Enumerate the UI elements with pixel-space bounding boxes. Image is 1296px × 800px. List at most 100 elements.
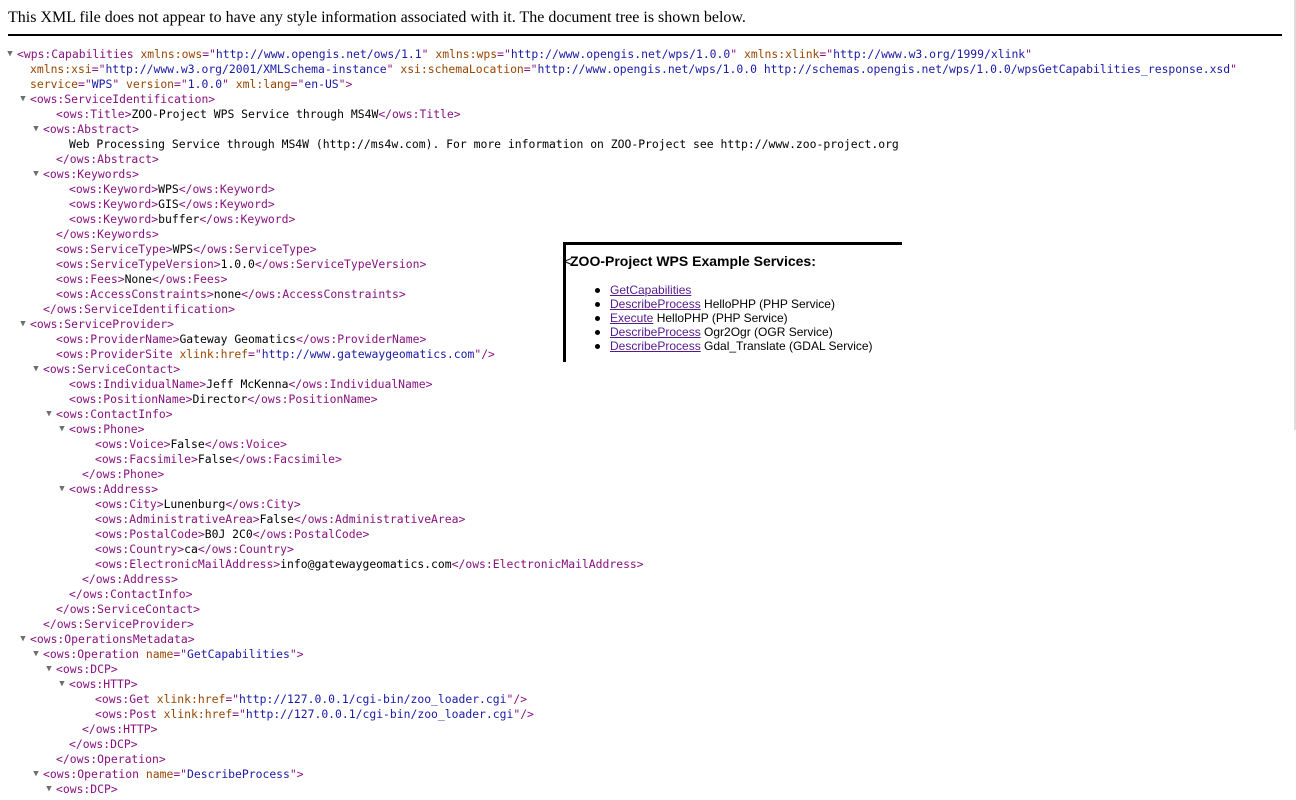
- xml-tag: </ows:AccessConstraints>: [241, 287, 406, 301]
- triangle-down-icon[interactable]: ▼: [44, 407, 54, 422]
- xml-line: </ows:Address>: [0, 572, 1296, 587]
- xml-line-content: </ows:Address>: [82, 572, 178, 587]
- xml-tag: </ows:ServiceIdentification>: [43, 302, 236, 316]
- xml-attr-value: http://www.opengis.net/wps/1.0.0 http://…: [537, 62, 1231, 76]
- xml-style-notice: This XML file does not appear to have an…: [8, 9, 746, 26]
- xml-tag: <ows:Get: [95, 692, 150, 706]
- triangle-down-icon[interactable]: ▼: [18, 317, 28, 332]
- xml-attr-name: xmlns:wps: [435, 47, 498, 61]
- xml-attr-value: http://www.gatewaygeomatics.com: [261, 347, 475, 361]
- xml-line-content: <ows:DCP>: [56, 782, 118, 797]
- xml-tag: ": [1025, 47, 1033, 61]
- xml-tag: =": [225, 692, 240, 706]
- xml-tag: <ows:PositionName>: [69, 392, 193, 406]
- xml-line: ▼ <ows:DCP>: [0, 782, 1296, 797]
- xml-attr-value: http://www.opengis.net/wps/1.0.0: [510, 47, 731, 61]
- xml-tag: <ows:AdministrativeArea>: [95, 512, 260, 526]
- xml-text: [150, 692, 157, 706]
- xml-text: False: [170, 437, 205, 451]
- triangle-down-icon[interactable]: ▼: [44, 662, 54, 677]
- xml-line: ▼ <ows:OperationsMetadata>: [0, 632, 1296, 647]
- xml-tag: =": [290, 77, 305, 91]
- wps-example-services-panel: < ZOO-Project WPS Example Services: GetC…: [563, 242, 902, 362]
- service-link-describeprocess-ogr2ogr[interactable]: DescribeProcess: [610, 325, 701, 339]
- service-link-describeprocess-gdal[interactable]: DescribeProcess: [610, 339, 701, 353]
- xml-text: Web Processing Service through MS4W (htt…: [69, 137, 899, 151]
- xml-tag: <ows:Phone>: [69, 422, 145, 436]
- xml-line: ▼ <ows:DCP>: [0, 662, 1296, 677]
- service-link-describeprocess-hellophp[interactable]: DescribeProcess: [610, 297, 701, 311]
- xml-text: buffer: [158, 212, 200, 226]
- xml-line: service="WPS" version="1.0.0" xml:lang="…: [0, 77, 1296, 92]
- xml-tag: </ows:Fees>: [152, 272, 228, 286]
- xml-tag: <ows:Title>: [56, 107, 132, 121]
- xml-tag: <ows:ServiceContact>: [43, 362, 181, 376]
- xml-line-content: </ows:HTTP>: [82, 722, 157, 737]
- triangle-down-icon[interactable]: ▼: [57, 677, 67, 692]
- xml-line: <ows:PostalCode>B0J 2C0</ows:PostalCode>: [0, 527, 1296, 542]
- xml-line: </ows:ContactInfo>: [0, 587, 1296, 602]
- xml-line-content: <ows:Operation name="GetCapabilities">: [43, 647, 304, 662]
- xml-tag: ">: [338, 77, 353, 91]
- xml-line: <ows:AdministrativeArea>False</ows:Admin…: [0, 512, 1296, 527]
- triangle-down-icon[interactable]: ▼: [31, 362, 41, 377]
- triangle-down-icon[interactable]: ▼: [44, 782, 54, 797]
- xml-line-content: <ows:Keyword>buffer</ows:Keyword>: [69, 212, 295, 227]
- xml-tag: ": [222, 77, 229, 91]
- xml-tag: "/>: [474, 347, 495, 361]
- service-link-execute-hellophp[interactable]: Execute: [610, 311, 653, 325]
- triangle-down-icon[interactable]: ▼: [57, 482, 67, 497]
- triangle-down-icon[interactable]: ▼: [18, 92, 28, 107]
- xml-line-content: <ows:AdministrativeArea>False</ows:Admin…: [95, 512, 465, 527]
- xml-document-tree: ▼ <wps:Capabilities xmlns:ows="http://www…: [0, 47, 1296, 797]
- xml-line-content: <ows:Facsimile>False</ows:Facsimile>: [95, 452, 342, 467]
- xml-line-content: </ows:ContactInfo>: [69, 587, 192, 602]
- xml-tag: </ows:Address>: [82, 572, 179, 586]
- xml-tag: =": [248, 347, 262, 361]
- service-item: Execute HelloPHP (PHP Service): [595, 311, 873, 325]
- xml-line: <ows:Post xlink:href="http://127.0.0.1/c…: [0, 707, 1296, 722]
- xml-attr-value: http://www.w3.org/2001/XMLSchema-instanc…: [105, 62, 387, 76]
- triangle-down-icon[interactable]: ▼: [31, 767, 41, 782]
- xml-text: [229, 77, 236, 91]
- triangle-down-icon[interactable]: ▼: [31, 122, 41, 137]
- triangle-down-icon[interactable]: ▼: [31, 167, 41, 182]
- triangle-down-icon[interactable]: ▼: [57, 422, 67, 437]
- xml-line: ▼ <ows:Abstract>: [0, 122, 1296, 137]
- xml-line: <ows:Voice>False</ows:Voice>: [0, 437, 1296, 452]
- xml-text: ca: [184, 542, 198, 556]
- xml-line-content: <ows:Phone>: [69, 422, 144, 437]
- triangle-down-icon[interactable]: ▼: [5, 47, 15, 62]
- xml-line-content: <ows:Keywords>: [43, 167, 139, 182]
- xml-tag: </ows:PositionName>: [247, 392, 378, 406]
- xml-tag: </ows:ServiceTypeVersion>: [254, 257, 427, 271]
- triangle-down-icon[interactable]: ▼: [31, 647, 41, 662]
- triangle-down-icon[interactable]: ▼: [18, 632, 28, 647]
- xml-line-content: <ows:Country>ca</ows:Country>: [95, 542, 294, 557]
- xml-attr-name: xml:lang: [235, 77, 291, 91]
- xml-tag: <ows:ElectronicMailAddress>: [95, 557, 281, 571]
- xml-tag: </ows:Title>: [378, 107, 461, 121]
- xml-line-content: <ows:Title>ZOO-Project WPS Service throu…: [56, 107, 461, 122]
- xml-line: <ows:Keyword>buffer</ows:Keyword>: [0, 212, 1296, 227]
- xml-line: <ows:ElectronicMailAddress>info@gatewayg…: [0, 557, 1296, 572]
- xml-text: Jeff McKenna: [206, 377, 289, 391]
- service-desc: Gdal_Translate (GDAL Service): [700, 339, 873, 353]
- xml-line-content: Web Processing Service through MS4W (htt…: [69, 137, 899, 152]
- xml-line-content: </ows:Keywords>: [56, 227, 159, 242]
- service-link-getcapabilities[interactable]: GetCapabilities: [610, 283, 691, 297]
- xml-line-content: </ows:ServiceProvider>: [43, 617, 194, 632]
- xml-tag: </ows:Keyword>: [199, 212, 296, 226]
- xml-line-content: xmlns:xsi="http://www.w3.org/2001/XMLSch…: [30, 62, 1237, 77]
- xml-text: Director: [192, 392, 248, 406]
- xml-line: <ows:Get xlink:href="http://127.0.0.1/cg…: [0, 692, 1296, 707]
- xml-tag: <ows:ServiceType>: [56, 242, 173, 256]
- service-desc: Ogr2Ogr (OGR Service): [700, 325, 833, 339]
- xml-tag: =": [173, 647, 188, 661]
- xml-line: ▼ <ows:ServiceContact>: [0, 362, 1296, 377]
- xml-line-content: <ows:ProviderSite xlink:href="http://www…: [56, 347, 495, 362]
- xml-line: </ows:ServiceProvider>: [0, 617, 1296, 632]
- xml-tag: </ows:Abstract>: [56, 152, 159, 166]
- xml-tag: <ows:ServiceProvider>: [30, 317, 175, 331]
- xml-tag: </ows:ServiceProvider>: [43, 617, 194, 631]
